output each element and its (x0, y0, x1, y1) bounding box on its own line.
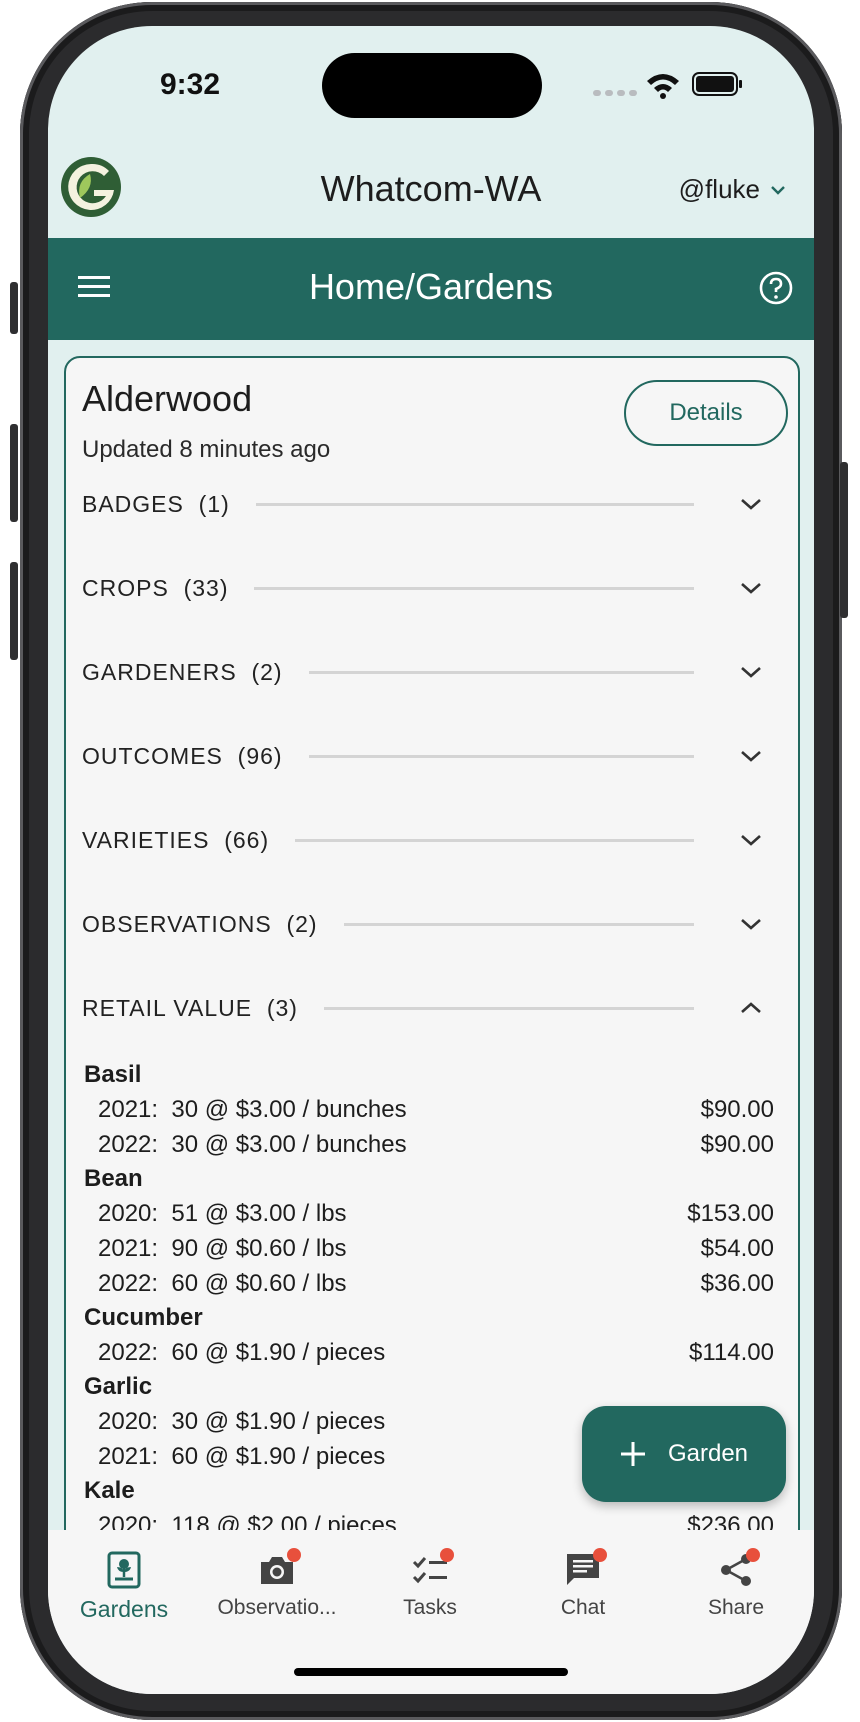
garden-name: Alderwood (82, 378, 253, 419)
user-menu[interactable]: @fluke (679, 174, 786, 205)
battery-icon (692, 72, 742, 96)
section-divider (308, 754, 694, 758)
dynamic-island (322, 53, 542, 118)
section-divider (323, 1006, 694, 1010)
chevron-down-icon (741, 751, 761, 762)
entry-value: $114.00 (689, 1339, 774, 1366)
entry-detail: 2021: 90 @ $0.60 / lbs (98, 1235, 347, 1262)
retail-entry: 2022: 30 @ $3.00 / bunches $90.00 (84, 1127, 774, 1162)
chevron-down-icon (741, 835, 761, 846)
silent-switch (10, 282, 18, 334)
crop-name: Bean (84, 1165, 143, 1192)
crop-name: Basil (84, 1061, 142, 1088)
section-label: OBSERVATIONS (2) (82, 910, 318, 937)
garden-card: Alderwood Updated 8 minutes ago Details … (64, 356, 800, 1564)
wifi-icon (647, 74, 679, 99)
home-indicator[interactable] (294, 1668, 568, 1676)
add-garden-label: Garden (667, 1440, 749, 1467)
chevron-down-icon (741, 583, 761, 594)
entry-detail: 2022: 30 @ $3.00 / bunches (98, 1131, 407, 1158)
section-label: VARIETIES (66) (82, 826, 270, 853)
entry-detail: 2020: 30 @ $1.90 / pieces (98, 1408, 386, 1435)
nav-label: Observatio... (217, 1596, 337, 1619)
retail-entry: 2020: 51 @ $3.00 / lbs $153.00 (84, 1196, 774, 1231)
details-button[interactable]: Details (624, 380, 788, 446)
retail-entry: 2021: 30 @ $3.00 / bunches $90.00 (84, 1092, 774, 1127)
chevron-down-icon (741, 499, 761, 510)
section-retail-value[interactable]: RETAIL VALUE (3) (82, 988, 762, 1028)
nav-label: Tasks (403, 1596, 457, 1619)
section-divider (308, 670, 694, 674)
section-gardeners[interactable]: GARDENERS (2) (82, 652, 762, 692)
chevron-down-icon (741, 919, 761, 930)
app-toolbar: Home/Gardens (48, 238, 814, 340)
retail-entry: 2022: 60 @ $1.90 / pieces $114.00 (84, 1335, 774, 1370)
entry-value: $54.00 (700, 1235, 774, 1262)
garden-updated: Updated 8 minutes ago (82, 436, 331, 463)
retail-entry: 2021: 90 @ $0.60 / lbs $54.00 (84, 1231, 774, 1266)
page-title: Home/Gardens (308, 266, 554, 307)
power-button (840, 462, 848, 618)
gardens-icon (107, 1551, 141, 1589)
section-label: BADGES (1) (82, 490, 230, 517)
section-observations[interactable]: OBSERVATIONS (2) (82, 904, 762, 944)
section-badges[interactable]: BADGES (1) (82, 484, 762, 524)
chevron-down-icon (771, 185, 785, 195)
help-icon[interactable] (758, 270, 794, 306)
entry-detail: 2020: 51 @ $3.00 / lbs (98, 1200, 347, 1227)
section-outcomes[interactable]: OUTCOMES (96) (82, 736, 762, 776)
chevron-up-icon (741, 1002, 761, 1013)
volume-up-button (10, 424, 18, 522)
crop-name: Garlic (84, 1373, 153, 1400)
chevron-down-icon (741, 667, 761, 678)
crop-name: Cucumber (84, 1304, 203, 1331)
section-divider (295, 838, 694, 842)
retail-entry: 2022: 60 @ $0.60 / lbs $36.00 (84, 1266, 774, 1301)
nav-label: Gardens (79, 1596, 169, 1622)
entry-value: $153.00 (687, 1200, 774, 1227)
section-varieties[interactable]: VARIETIES (66) (82, 820, 762, 860)
cellular-signal-icon (593, 90, 637, 96)
entry-detail: 2022: 60 @ $1.90 / pieces (98, 1339, 386, 1366)
entry-value: $90.00 (700, 1131, 774, 1158)
entry-value: $36.00 (700, 1270, 774, 1297)
notification-badge (593, 1548, 607, 1562)
nav-label: Share (707, 1596, 765, 1619)
entry-value: $90.00 (700, 1096, 774, 1123)
notification-badge (440, 1548, 454, 1562)
section-divider (343, 922, 694, 926)
nav-label: Chat (560, 1596, 606, 1619)
app-screen: 9:32 Whatcom-WA @fluke Home/Gardens Alde… (48, 26, 814, 1694)
entry-detail: 2021: 30 @ $3.00 / bunches (98, 1096, 407, 1123)
entry-detail: 2022: 60 @ $0.60 / lbs (98, 1270, 347, 1297)
section-label: OUTCOMES (96) (82, 742, 283, 769)
volume-down-button (10, 562, 18, 660)
section-label: CROPS (33) (82, 574, 229, 601)
section-divider (254, 586, 694, 590)
username: @fluke (678, 174, 760, 204)
section-label: GARDENERS (2) (82, 658, 283, 685)
status-time: 9:32 (160, 68, 221, 101)
notification-badge (287, 1548, 301, 1562)
plus-icon (620, 1442, 645, 1466)
notification-badge (746, 1548, 760, 1562)
section-label: RETAIL VALUE (3) (82, 994, 298, 1021)
entry-detail: 2021: 60 @ $1.90 / pieces (98, 1443, 386, 1470)
section-crops[interactable]: CROPS (33) (82, 568, 762, 608)
add-garden-button[interactable]: Garden (582, 1406, 786, 1502)
gardens-list[interactable]: Alderwood Updated 8 minutes ago Details … (48, 340, 814, 1564)
section-divider (255, 502, 694, 506)
